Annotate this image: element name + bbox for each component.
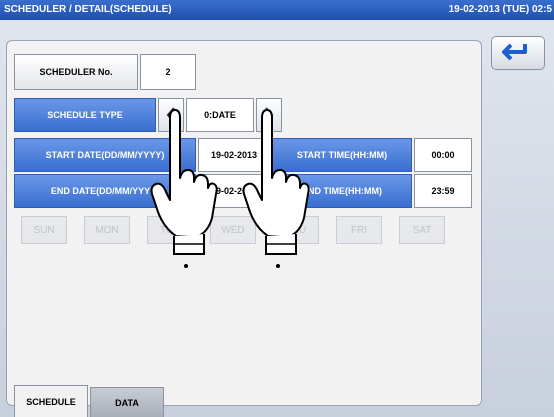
tab-data[interactable]: DATA: [90, 387, 164, 417]
date-time: 19-02-2013 (TUE) 02:5: [448, 4, 552, 15]
end-time-value[interactable]: 23:59: [414, 174, 472, 208]
scheduler-no-label: SCHEDULER No.: [14, 54, 138, 90]
day-fri-button[interactable]: FRI: [336, 216, 382, 244]
back-arrow-icon: [502, 43, 527, 61]
pointing-hand-icon: [242, 109, 310, 268]
schedule-type-label: SCHEDULE TYPE: [14, 98, 156, 132]
title-bar: SCHEDULER / DETAIL(SCHEDULE) 19-02-2013 …: [0, 0, 554, 20]
pointing-hand-icon: [150, 109, 218, 268]
day-mon-button[interactable]: MON: [84, 216, 130, 244]
back-button[interactable]: [491, 36, 545, 70]
screen-title: SCHEDULER / DETAIL(SCHEDULE): [4, 4, 172, 15]
day-sun-button[interactable]: SUN: [21, 216, 67, 244]
start-time-value[interactable]: 00:00: [414, 138, 472, 172]
tab-schedule[interactable]: SCHEDULE: [14, 385, 88, 417]
day-sat-button[interactable]: SAT: [399, 216, 445, 244]
scheduler-no-value[interactable]: 2: [140, 54, 196, 90]
screen-body: SCHEDULER No. 2 SCHEDULE TYPE 0:DATE STA…: [0, 20, 554, 417]
